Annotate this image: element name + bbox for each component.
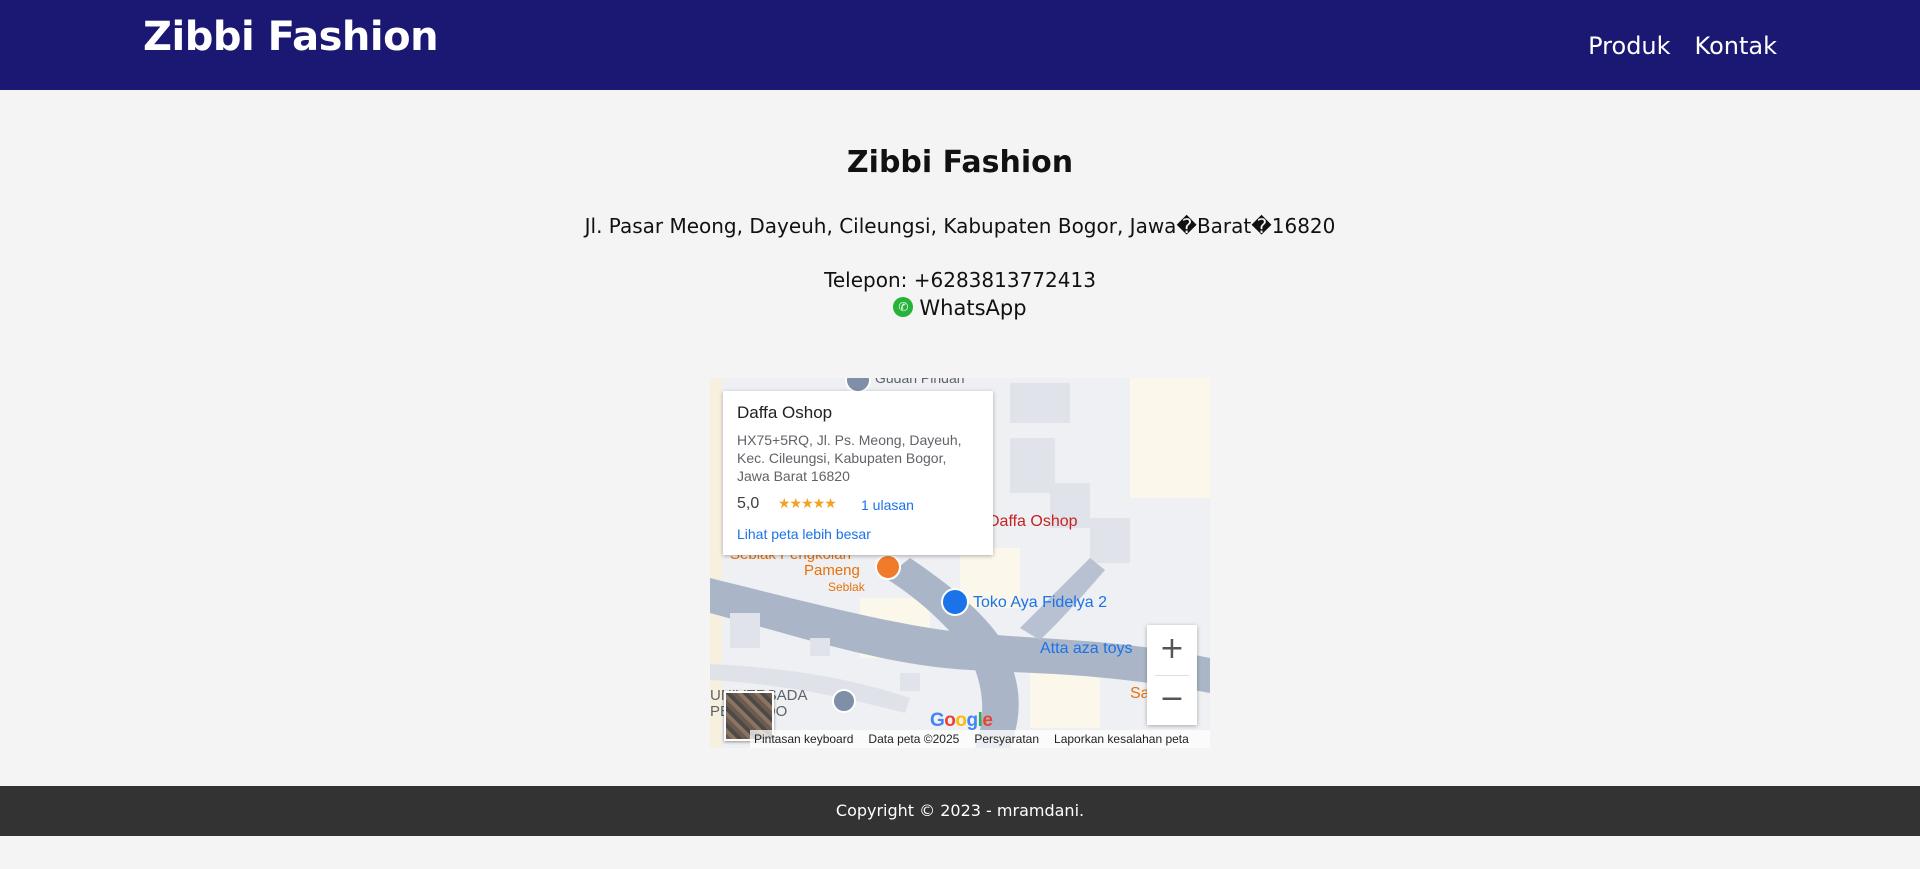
poi-label[interactable]: Daffa Oshop bbox=[988, 513, 1078, 531]
poi-label[interactable]: Atta aza toys bbox=[1040, 640, 1133, 658]
keyboard-shortcuts-link[interactable]: Pintasan keyboard bbox=[754, 732, 853, 746]
view-larger-map-link[interactable]: Lihat peta lebih besar bbox=[737, 526, 871, 542]
place-info-card: Daffa Oshop HX75+5RQ, Jl. Ps. Meong, Day… bbox=[723, 391, 993, 555]
main-nav: Produk Kontak bbox=[1588, 32, 1777, 60]
google-logo: Google bbox=[930, 710, 993, 731]
zoom-controls: + − bbox=[1147, 625, 1197, 725]
terms-link[interactable]: Persyaratan bbox=[974, 732, 1039, 746]
poi-label[interactable]: Pameng bbox=[804, 562, 860, 579]
place-name: Daffa Oshop bbox=[737, 403, 833, 422]
footer: Copyright © 2023 - mramdani. bbox=[0, 786, 1920, 836]
contact-section: Zibbi Fashion Jl. Pasar Meong, Dayeuh, C… bbox=[0, 90, 1920, 786]
whatsapp-label: WhatsApp bbox=[919, 296, 1027, 320]
poi-label: Seblak bbox=[828, 580, 865, 594]
nav-link-produk[interactable]: Produk bbox=[1588, 32, 1670, 60]
phone-number: Telepon: +6283813772413 bbox=[824, 268, 1096, 292]
zoom-out-button[interactable]: − bbox=[1147, 675, 1197, 725]
whatsapp-link[interactable]: ✆ WhatsApp bbox=[0, 296, 1920, 320]
rating-value: 5,0 bbox=[737, 495, 760, 512]
reviews-link[interactable]: 1 ulasan bbox=[861, 497, 914, 513]
place-address: HX75+5RQ, Jl. Ps. Meong, Dayeuh, Kec. Ci… bbox=[737, 432, 962, 484]
embedded-map[interactable]: Gudan Pindah Daffa Oshop Seblak Pengkola… bbox=[710, 378, 1210, 748]
nav-link-kontak[interactable]: Kontak bbox=[1695, 32, 1777, 60]
whatsapp-icon: ✆ bbox=[893, 297, 914, 317]
map-attribution: Pintasan keyboard Data peta ©2025 Persya… bbox=[750, 730, 1210, 748]
store-address: Jl. Pasar Meong, Dayeuh, Cileungsi, Kabu… bbox=[584, 214, 1336, 238]
zoom-divider bbox=[1155, 675, 1189, 676]
page-title: Zibbi Fashion bbox=[846, 145, 1074, 180]
copyright-text: Copyright © 2023 - mramdani. bbox=[835, 801, 1085, 820]
poi-label[interactable]: Toko Aya Fidelya 2 bbox=[973, 594, 1107, 612]
map-data-label: Data peta ©2025 bbox=[868, 732, 960, 746]
zoom-in-button[interactable]: + bbox=[1147, 625, 1197, 675]
star-icon: ★★★★★ bbox=[778, 495, 837, 511]
poi-label[interactable]: Gudan Pindah bbox=[875, 378, 965, 386]
top-navbar: Zibbi Fashion Produk Kontak bbox=[0, 0, 1920, 90]
report-error-link[interactable]: Laporkan kesalahan peta bbox=[1054, 732, 1189, 746]
brand-logo[interactable]: Zibbi Fashion bbox=[143, 14, 439, 60]
